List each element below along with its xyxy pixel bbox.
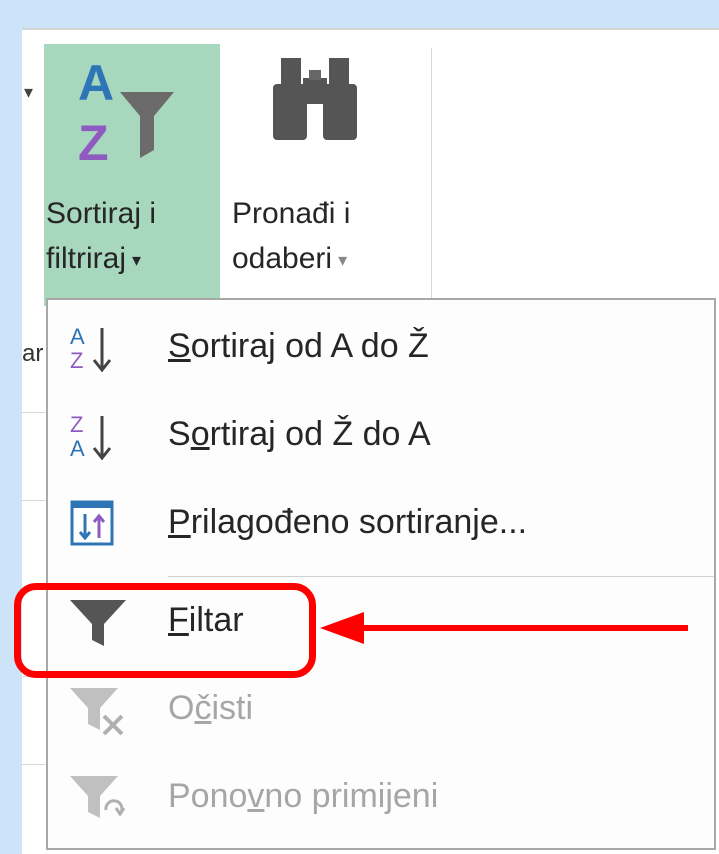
window-left-strip [0, 0, 22, 852]
red-arrow-icon [320, 612, 688, 644]
svg-text:A: A [70, 324, 85, 349]
sort-a-to-z-icon: A Z [70, 324, 112, 373]
dropdown-arrow-icon: ▾ [132, 250, 142, 271]
ribbon-group-divider [431, 48, 432, 310]
window-top-bar [0, 0, 719, 28]
sort-and-filter-button[interactable]: A Z Sortiraj i filtriraj ▾ [44, 44, 220, 306]
svg-text:A: A [70, 436, 85, 461]
sort-filter-icon: A Z [78, 55, 174, 169]
sort-filter-dropdown-menu: A Z Sortiraj od A do Ž Z A Sortiraj od Ž… [46, 298, 716, 850]
svg-text:Z: Z [70, 348, 83, 373]
menu-item-label: Sortiraj od A do Ž [168, 327, 429, 365]
truncated-cell-text: ar [22, 340, 44, 367]
chevron-down-icon[interactable]: ▾ [24, 82, 33, 103]
reapply-filter-icon [70, 776, 126, 818]
custom-sort-icon [70, 500, 114, 546]
binoculars-icon[interactable] [265, 48, 365, 148]
sort-z-to-a-icon: Z A [70, 412, 112, 461]
svg-text:Z: Z [78, 115, 109, 169]
menu-separator [168, 576, 714, 577]
grid-line [22, 764, 48, 765]
sort-filter-label-line1: Sortiraj i [46, 197, 157, 230]
dropdown-arrow-icon-2: ▾ [338, 250, 348, 271]
highlight-box [14, 583, 316, 678]
menu-item-reapply: Ponovno primijeni [48, 754, 714, 842]
menu-item-custom-sort[interactable]: Prilagođeno sortiranje... [48, 480, 714, 568]
svg-text:A: A [78, 55, 114, 111]
svg-text:Z: Z [70, 412, 83, 437]
menu-item-label: Sortiraj od Ž do A [168, 415, 431, 453]
find-select-label-line1[interactable]: Pronađi i [232, 194, 350, 234]
sort-filter-label-line2: filtriraj [46, 242, 126, 275]
find-select-label-line2[interactable]: odaberi [232, 242, 332, 275]
grid-line [22, 412, 48, 413]
grid-line [22, 500, 48, 501]
menu-item-sort-a-to-z[interactable]: A Z Sortiraj od A do Ž [48, 304, 714, 392]
menu-item-label: Prilagođeno sortiranje... [168, 503, 528, 541]
menu-item-sort-z-to-a[interactable]: Z A Sortiraj od Ž do A [48, 392, 714, 480]
menu-item-label: Ponovno primijeni [168, 777, 439, 815]
menu-item-label: Očisti [168, 689, 254, 727]
menu-item-clear: Očisti [48, 666, 714, 754]
clear-filter-icon [70, 688, 124, 736]
